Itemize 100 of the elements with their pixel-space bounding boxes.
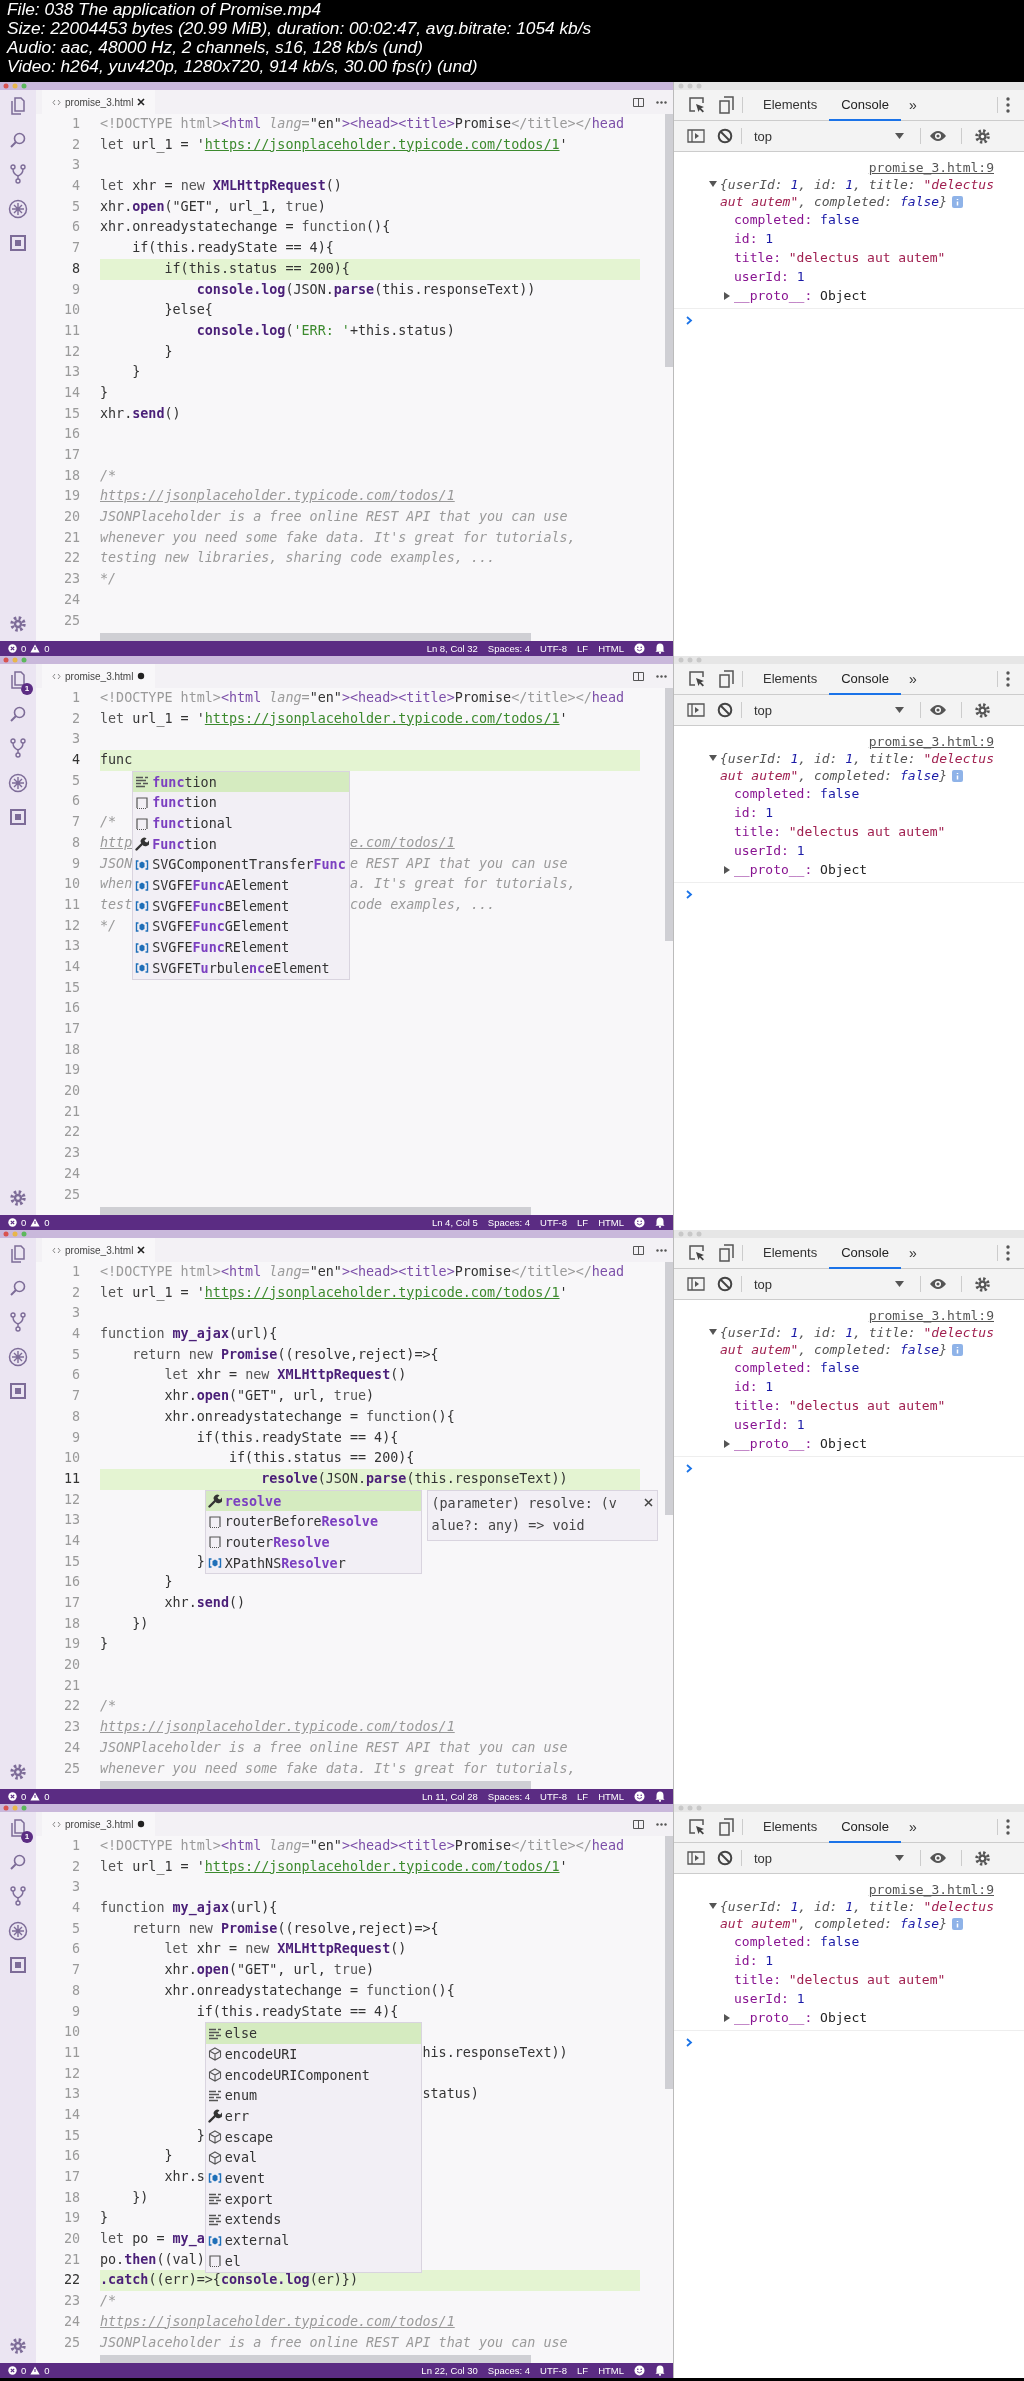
warning-count[interactable]: 0: [44, 643, 50, 654]
settings-icon[interactable]: [974, 127, 991, 145]
vertical-scrollbar[interactable]: [665, 1836, 673, 2089]
prototype-property[interactable]: __proto__: Object: [734, 862, 868, 877]
inspect-icon[interactable]: [688, 96, 706, 114]
error-icon[interactable]: [8, 1792, 17, 1801]
source-link[interactable]: promise_3.html:9: [868, 160, 994, 175]
sidebar-icon[interactable]: [687, 1277, 705, 1291]
expand-arrow-icon[interactable]: [724, 292, 731, 300]
status-item[interactable]: Spaces: 4: [487, 2365, 531, 2376]
kebab-menu-icon[interactable]: [1006, 671, 1010, 687]
sidebar-icon[interactable]: [687, 1851, 705, 1865]
status-item[interactable]: HTML: [598, 1791, 624, 1802]
expand-arrow-icon[interactable]: [709, 180, 717, 188]
devtools-tab[interactable]: Elements: [751, 1811, 830, 1843]
suggestion-item[interactable]: SVGFEFuncBElement: [133, 895, 349, 917]
suggestion-item[interactable]: SVGFEFuncGElement: [133, 916, 349, 938]
more-tabs-button[interactable]: »: [900, 1245, 925, 1261]
branch-icon[interactable]: [9, 164, 27, 184]
prompt-icon[interactable]: [686, 316, 693, 325]
smiley-icon[interactable]: [634, 1791, 645, 1802]
branch-icon[interactable]: [9, 738, 27, 758]
close-icon[interactable]: [137, 98, 146, 106]
inspect-icon[interactable]: [688, 670, 706, 688]
suggestion-item[interactable]: extends: [205, 2209, 422, 2231]
bell-icon[interactable]: [655, 1217, 665, 1228]
warning-icon[interactable]: [30, 1792, 41, 1801]
status-item[interactable]: HTML: [598, 643, 624, 654]
split-editor-icon[interactable]: [633, 671, 644, 681]
warning-count[interactable]: 0: [44, 2365, 50, 2376]
editor-tab[interactable]: promise_3.html: [42, 90, 156, 114]
settings-icon[interactable]: [974, 701, 991, 719]
extensions-icon[interactable]: [9, 1956, 27, 1974]
device-icon[interactable]: [716, 96, 734, 114]
suggestion-item[interactable]: eval: [205, 2147, 422, 2169]
search-icon[interactable]: [9, 1279, 27, 1297]
debug-icon[interactable]: [8, 199, 28, 219]
expand-arrow-icon[interactable]: [724, 866, 731, 874]
devtools-tab[interactable]: Elements: [751, 663, 830, 695]
source-link[interactable]: promise_3.html:9: [868, 734, 994, 749]
sidebar-icon[interactable]: [687, 129, 705, 143]
bell-icon[interactable]: [655, 2365, 665, 2376]
settings-icon[interactable]: [9, 1189, 27, 1207]
prototype-property[interactable]: __proto__: Object: [734, 288, 868, 303]
more-tabs-button[interactable]: »: [900, 97, 925, 113]
vertical-scrollbar[interactable]: [665, 1262, 673, 1515]
source-link[interactable]: promise_3.html:9: [868, 1882, 994, 1897]
files-icon[interactable]: [9, 670, 27, 690]
clear-icon[interactable]: [717, 1276, 733, 1292]
suggestion-item[interactable]: SVGFEFuncAElement: [133, 875, 349, 896]
expand-arrow-icon[interactable]: [724, 1440, 731, 1448]
suggestion-item[interactable]: else: [205, 2023, 422, 2044]
expand-arrow-icon[interactable]: [724, 2014, 731, 2022]
more-icon[interactable]: [656, 100, 667, 104]
search-icon[interactable]: [9, 705, 27, 723]
status-item[interactable]: LF: [577, 2365, 589, 2376]
clear-icon[interactable]: [717, 128, 733, 144]
suggestion-item[interactable]: Function: [133, 833, 349, 855]
split-editor-icon[interactable]: [633, 97, 644, 107]
suggestion-item[interactable]: function: [133, 792, 349, 814]
status-item[interactable]: Spaces: 4: [487, 1217, 531, 1228]
search-icon[interactable]: [9, 1853, 27, 1871]
prompt-icon[interactable]: [686, 890, 693, 899]
warning-icon[interactable]: [30, 644, 41, 653]
suggestion-item[interactable]: event: [205, 2168, 422, 2189]
suggestion-item[interactable]: resolve: [205, 1490, 422, 1512]
settings-icon[interactable]: [974, 1275, 991, 1293]
extensions-icon[interactable]: [9, 234, 27, 252]
status-item[interactable]: HTML: [598, 1217, 624, 1228]
status-item[interactable]: UTF-8: [540, 2365, 568, 2376]
unsaved-dot-icon[interactable]: [137, 672, 146, 680]
error-count[interactable]: 0: [21, 1791, 27, 1802]
error-icon[interactable]: [8, 644, 17, 653]
error-count[interactable]: 0: [21, 1217, 27, 1228]
unsaved-dot-icon[interactable]: [137, 1820, 146, 1828]
status-item[interactable]: LF: [577, 1217, 589, 1228]
devtools-tab[interactable]: Elements: [751, 89, 830, 121]
suggestion-item[interactable]: routerBeforeResolve: [205, 1511, 422, 1533]
inspect-icon[interactable]: [688, 1818, 706, 1836]
branch-icon[interactable]: [9, 1886, 27, 1906]
files-icon[interactable]: [9, 1818, 27, 1838]
smiley-icon[interactable]: [634, 1217, 645, 1228]
vertical-scrollbar[interactable]: [665, 114, 673, 367]
editor-tab[interactable]: promise_3.html: [42, 1238, 156, 1262]
settings-icon[interactable]: [9, 615, 27, 633]
smiley-icon[interactable]: [634, 2365, 645, 2376]
more-icon[interactable]: [656, 674, 667, 678]
suggestion-item[interactable]: encodeURIComponent: [205, 2064, 422, 2086]
suggestion-item[interactable]: enum: [205, 2085, 422, 2107]
search-icon[interactable]: [9, 131, 27, 149]
settings-icon[interactable]: [9, 1763, 27, 1781]
vertical-scrollbar[interactable]: [665, 688, 673, 941]
eye-icon[interactable]: [929, 704, 947, 716]
device-icon[interactable]: [716, 1818, 734, 1836]
close-icon[interactable]: [137, 1246, 146, 1254]
suggestion-item[interactable]: SVGFETurbulenceElement: [133, 958, 349, 979]
status-item[interactable]: Ln 8, Col 32: [426, 643, 478, 654]
editor-tab[interactable]: promise_3.html: [42, 1812, 156, 1836]
extensions-icon[interactable]: [9, 1382, 27, 1400]
more-tabs-button[interactable]: »: [900, 1819, 925, 1835]
